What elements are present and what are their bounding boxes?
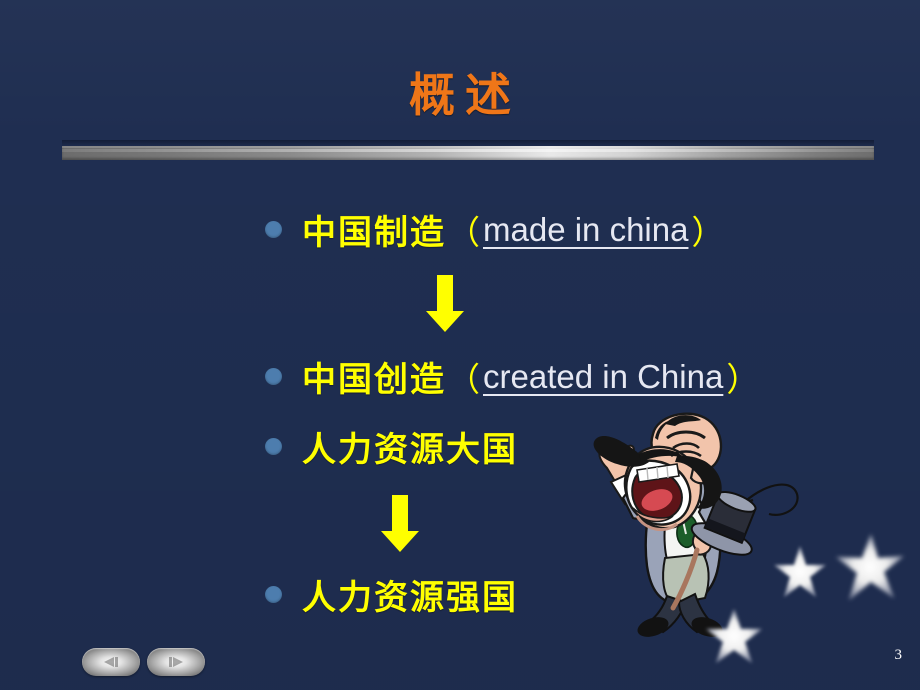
bullet-2-english: created in China [483,357,724,395]
bullet-dot-icon [265,368,282,385]
bullet-4-chinese: 人力资源强国 [302,578,518,618]
previous-slide-button[interactable] [82,648,140,676]
right-arrow-icon [169,657,183,667]
star-icon-3 [702,605,766,669]
bullet-dot-icon [265,586,282,603]
left-arrow-icon [104,657,118,667]
bullet-2-open-paren: （ [447,359,480,399]
bullet-1-english: made in china [483,210,689,248]
star-icon-1 [770,543,830,603]
bullet-item-2: 中国创造 （ created in China ） [265,352,760,401]
bullet-1-chinese: 中国制造 [302,213,446,253]
cartoon-singer-illustration [545,408,835,638]
bullet-item-1: 中国制造 （ made in china ） [265,205,725,254]
bullet-1-close-paren: ） [691,212,725,252]
bullet-2-chinese: 中国创造 [302,360,446,400]
star-icon-2 [832,530,910,608]
page-number: 3 [894,647,903,663]
bullet-2-close-paren: ） [726,359,760,399]
presentation-slide: 概述 中国制造 （ made in china ） 中国创造 （ created… [0,0,920,690]
bullet-1-open-paren: （ [447,212,480,252]
bullet-dot-icon [265,221,282,238]
bullet-item-4: 人力资源强国 [265,570,518,619]
bullet-3-chinese: 人力资源大国 [302,430,518,470]
slide-title: 概述 [409,68,521,122]
bullet-dot-icon [265,438,282,455]
down-arrow-icon-1 [423,275,467,333]
divider-metallic-bar [62,146,874,160]
down-arrow-icon-2 [378,495,422,553]
next-slide-button[interactable] [147,648,205,676]
title-divider-bar [62,140,874,164]
bullet-item-3: 人力资源大国 [265,422,518,471]
